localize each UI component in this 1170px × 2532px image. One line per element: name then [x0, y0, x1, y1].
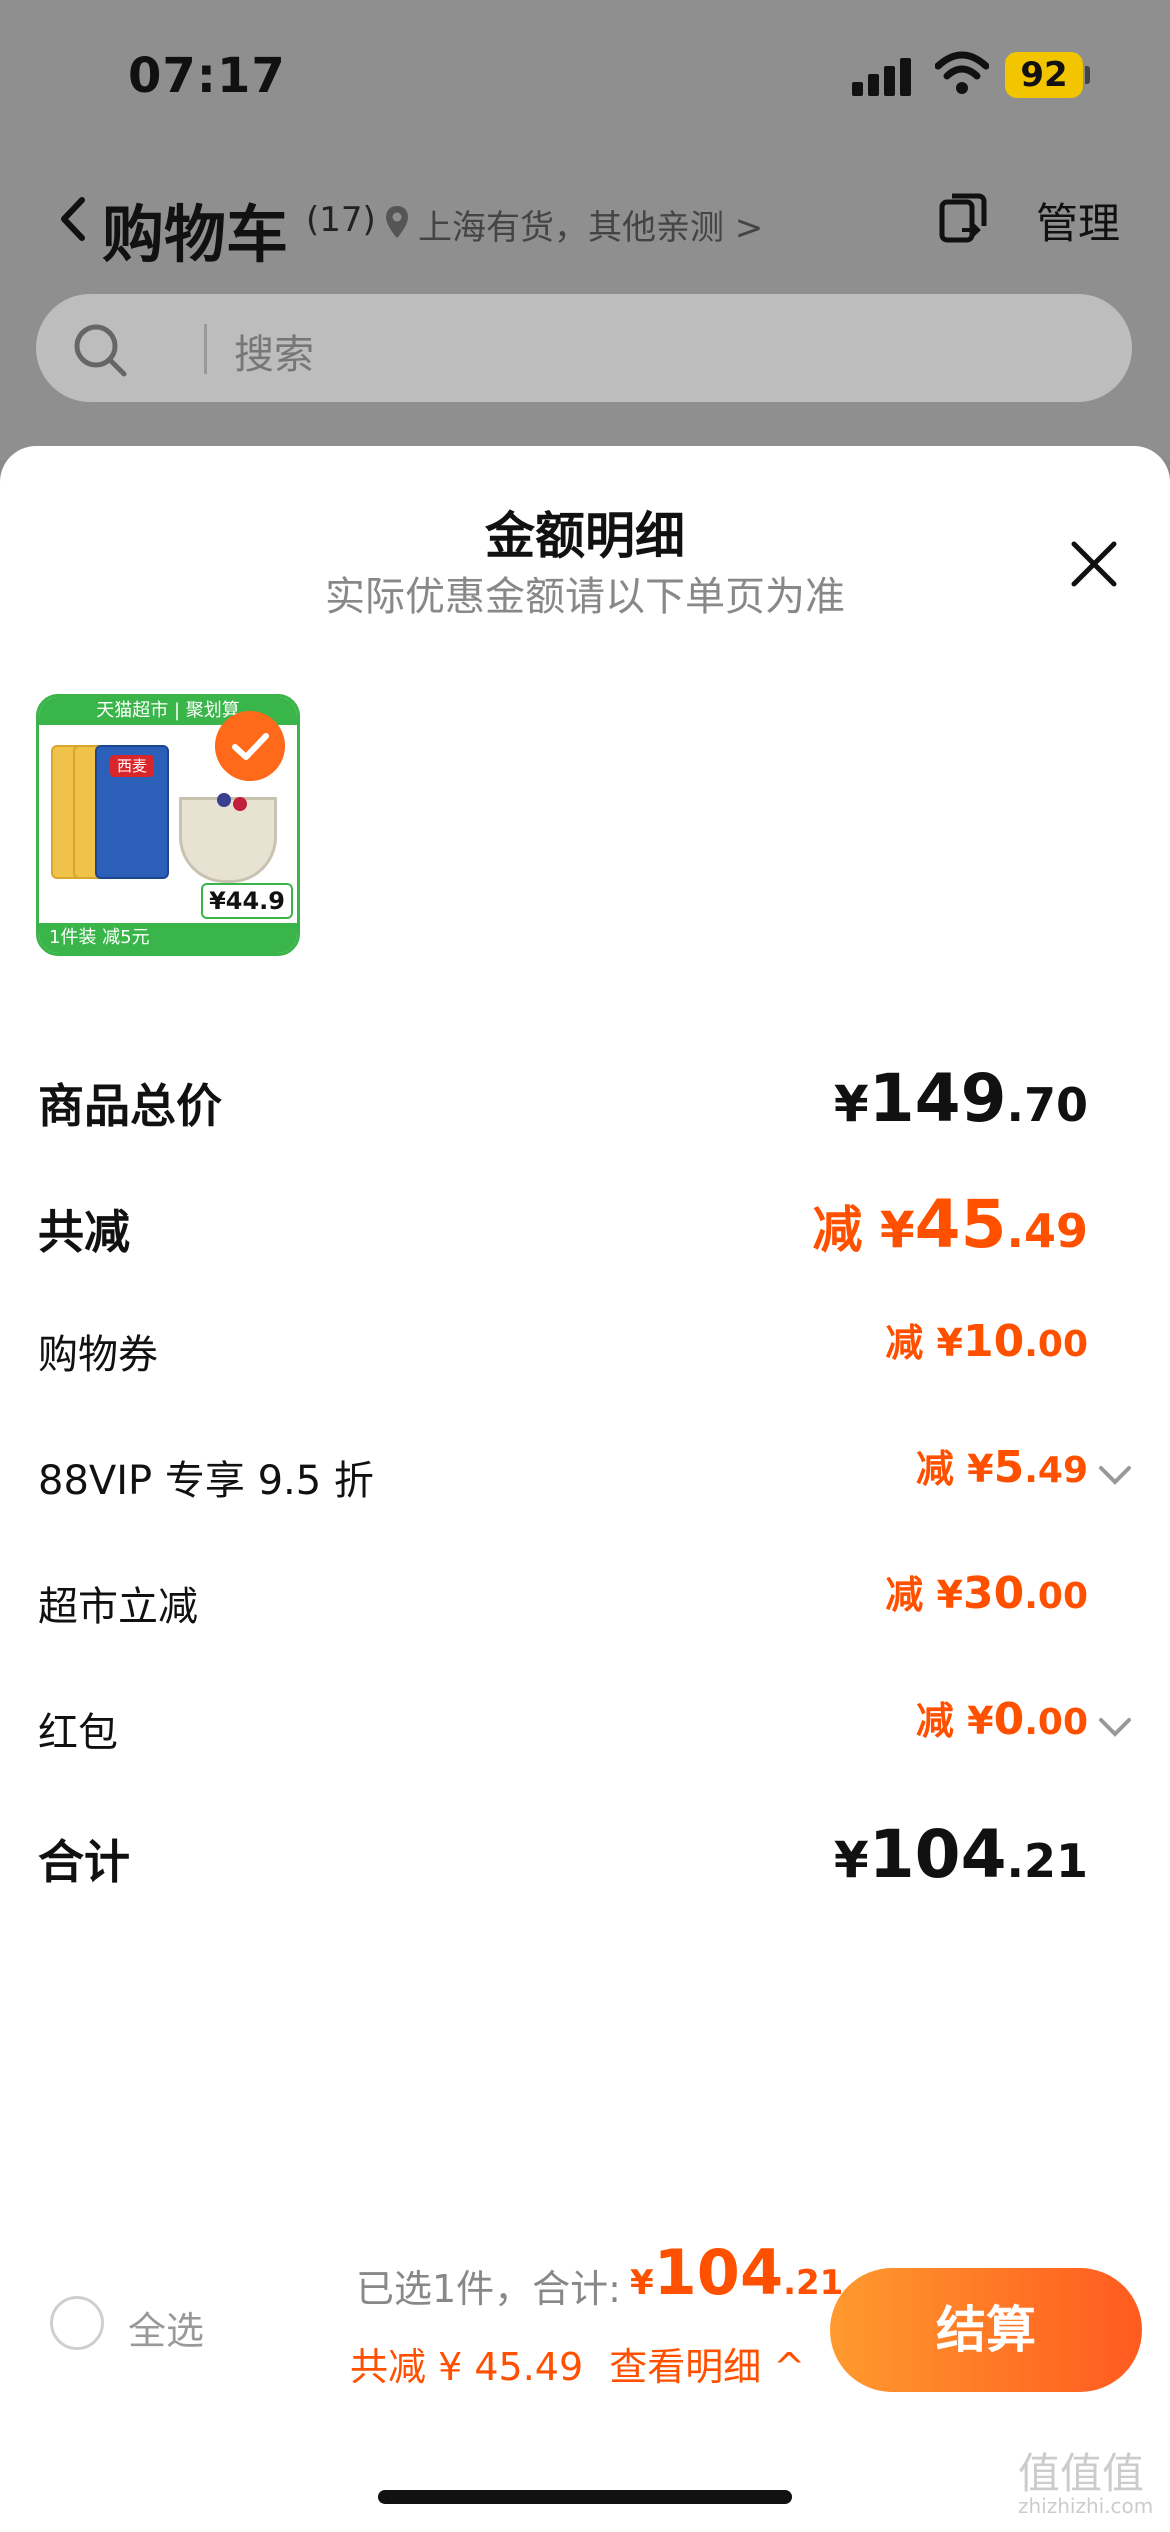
product-price-tag: ¥44.9 — [201, 883, 293, 919]
search-icon — [74, 324, 127, 377]
amount-yen: ¥ — [967, 1699, 994, 1743]
status-time: 07:17 — [128, 48, 286, 104]
amount-row[interactable]: 红包 减 ¥0.00 — [0, 1690, 1170, 1760]
status-bar: 07:17 92 — [0, 0, 1170, 150]
checkout-button[interactable]: 结算 — [830, 2268, 1142, 2392]
watermark-sub: zhizhizhi.com — [1018, 2494, 1154, 2518]
discount-text: 共减 ¥ 45.49 — [350, 2345, 584, 2389]
search-divider — [204, 324, 207, 374]
chevron-down-icon[interactable] — [1098, 1464, 1132, 1486]
amount-row-label: 商品总价 — [38, 1079, 222, 1133]
amount-prefix: 减 — [812, 1201, 880, 1259]
search-input[interactable]: 搜索 — [36, 294, 1132, 402]
total-int: 104 — [653, 2236, 784, 2309]
amount-prefix: 减 — [915, 1447, 968, 1491]
amount-row: 购物券 减 ¥10.00 — [0, 1312, 1170, 1382]
battery-icon: 92 — [1005, 52, 1083, 98]
select-all-radio[interactable] — [50, 2296, 104, 2350]
amount-row-label: 共减 — [38, 1205, 130, 1259]
amount-row-value: ¥149.70 — [834, 1060, 1088, 1137]
sheet-title: 金额明细 — [485, 507, 685, 565]
amount-row: 合计 ¥104.21 — [0, 1816, 1170, 1893]
amount-integer: 0 — [993, 1694, 1025, 1745]
battery-level: 92 — [1020, 55, 1068, 95]
amount-integer: 5 — [993, 1442, 1025, 1493]
amount-row-label: 超市立减 — [38, 1584, 198, 1630]
amount-prefix: 减 — [885, 1321, 937, 1365]
amount-row-value: ¥104.21 — [834, 1816, 1088, 1893]
page-title: 购物车 — [102, 198, 289, 271]
total-yen: ¥ — [630, 2263, 654, 2303]
amount-yen: ¥ — [833, 1831, 869, 1889]
amount-row-value: 减 ¥45.49 — [812, 1186, 1088, 1263]
cart-count: (17) — [306, 200, 376, 240]
amount-yen: ¥ — [879, 1201, 915, 1259]
amount-row-value: 减 ¥0.00 — [916, 1690, 1088, 1745]
search-placeholder: 搜索 — [234, 332, 314, 378]
amount-yen: ¥ — [967, 1447, 994, 1491]
amount-decimal: .00 — [1024, 1324, 1088, 1365]
total-dec: .21 — [783, 2263, 844, 2303]
amount-yen: ¥ — [936, 1573, 963, 1617]
amount-decimal: .00 — [1024, 1576, 1088, 1617]
view-detail-link[interactable]: 查看明细 ^ — [609, 2345, 805, 2389]
amount-row: 共减 减 ¥45.49 — [0, 1186, 1170, 1263]
amount-integer: 104 — [868, 1816, 1007, 1893]
amount-integer: 45 — [914, 1186, 1007, 1263]
amount-decimal: .70 — [1006, 1078, 1089, 1132]
cart-share-icon[interactable] — [938, 192, 988, 248]
back-arrow-icon[interactable] — [54, 194, 90, 244]
amount-row: 商品总价 ¥149.70 — [0, 1060, 1170, 1137]
amount-prefix: 减 — [915, 1699, 968, 1743]
amount-detail-sheet: 金额明细 实际优惠金额请以下单页为准 天猫超市 | 聚划算 西麦 ¥44.9 1… — [0, 446, 1170, 2532]
amount-yen: ¥ — [833, 1075, 869, 1133]
sheet-subtitle: 实际优惠金额请以下单页为准 — [325, 574, 845, 620]
amount-decimal: .49 — [1024, 1450, 1088, 1491]
location-text[interactable]: 上海有货，其他亲测 > — [418, 200, 763, 249]
watermark: 值值值 — [1018, 2449, 1145, 2498]
amount-row: 超市立减 减 ¥30.00 — [0, 1564, 1170, 1634]
amount-row-label: 88VIP 专享 9.5 折 — [38, 1458, 374, 1504]
oat-bowl-image — [179, 797, 277, 883]
amount-row-label: 红包 — [38, 1710, 118, 1756]
amount-row-value: 减 ¥30.00 — [885, 1564, 1088, 1619]
amount-integer: 10 — [962, 1316, 1025, 1367]
amount-decimal: .00 — [1024, 1702, 1088, 1743]
location-pin-icon — [386, 206, 408, 238]
selected-check-icon[interactable] — [215, 711, 285, 781]
battery-tip — [1085, 66, 1090, 84]
amount-prefix: 减 — [885, 1573, 937, 1617]
total-amount: ¥104.21 — [630, 2236, 843, 2309]
brand-logo: 西麦 — [110, 755, 154, 777]
cellular-signal-icon — [852, 56, 914, 96]
amount-integer: 149 — [868, 1060, 1007, 1137]
selected-summary: 已选1件，合计: — [356, 2267, 621, 2311]
home-indicator[interactable] — [378, 2490, 792, 2504]
product-promo-banner: 1件装 减5元 — [39, 923, 297, 953]
checkout-bar: 全选 已选1件，合计: ¥104.21 共减 ¥ 45.49 查看明细 ^ 结算 — [0, 2236, 1170, 2392]
wifi-icon — [935, 51, 989, 94]
amount-yen: ¥ — [936, 1321, 963, 1365]
amount-row-label: 合计 — [38, 1835, 130, 1889]
close-icon[interactable] — [1068, 538, 1120, 590]
amount-row-value: 减 ¥5.49 — [916, 1438, 1088, 1493]
berry-image — [217, 793, 231, 807]
chevron-down-icon[interactable] — [1098, 1716, 1132, 1738]
product-thumbnail[interactable]: 天猫超市 | 聚划算 西麦 ¥44.9 1件装 减5元 — [36, 694, 300, 956]
select-all-label[interactable]: 全选 — [128, 2300, 204, 2355]
amount-decimal: .49 — [1006, 1204, 1089, 1258]
oat-bag-image: 西麦 — [95, 745, 169, 879]
amount-integer: 30 — [962, 1568, 1025, 1619]
amount-row-value: 减 ¥10.00 — [885, 1312, 1088, 1367]
amount-decimal: .21 — [1006, 1834, 1089, 1888]
nav-bar: 购物车 (17) 上海有货，其他亲测 > 管理 — [0, 170, 1170, 271]
amount-row[interactable]: 88VIP 专享 9.5 折 减 ¥5.49 — [0, 1438, 1170, 1508]
discount-summary: 共减 ¥ 45.49 查看明细 ^ — [350, 2336, 805, 2391]
berry-image — [233, 797, 247, 811]
manage-button[interactable]: 管理 — [1036, 190, 1120, 251]
amount-row-label: 购物券 — [38, 1332, 158, 1378]
